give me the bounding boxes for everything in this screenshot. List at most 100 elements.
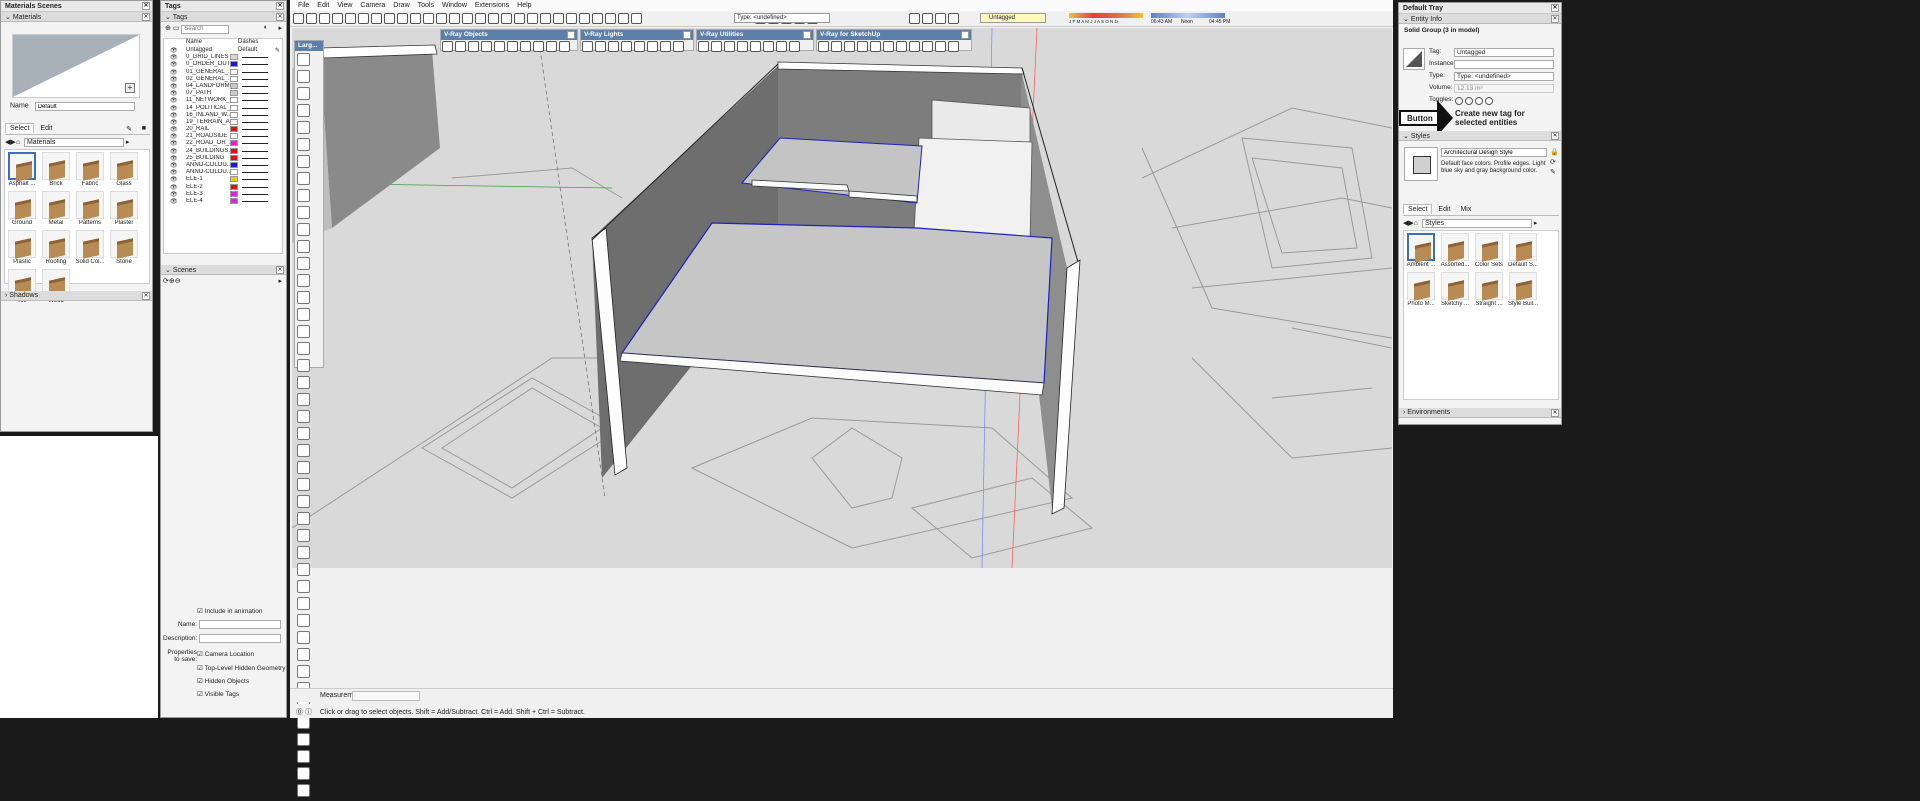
instance-input[interactable] xyxy=(1454,60,1554,69)
toolbar-tool-icon[interactable] xyxy=(488,13,499,24)
tag-dash-line[interactable] xyxy=(242,136,268,138)
viewport[interactable] xyxy=(292,28,1392,568)
checkbox-icon[interactable]: ☑ xyxy=(197,691,203,698)
scene-description-input[interactable] xyxy=(199,634,281,643)
tag-row[interactable]: 👁 ELE-2 xyxy=(164,183,282,191)
vray-object-icon[interactable] xyxy=(546,41,557,52)
toolbar-tool-icon[interactable] xyxy=(935,13,946,24)
shadow-date-slider[interactable] xyxy=(1069,13,1143,18)
tag-row[interactable]: 👁 16_INLAND_W... xyxy=(164,111,282,119)
large-tool-icon[interactable] xyxy=(297,342,310,355)
tag-row[interactable]: 👁 0_GRID_LINES xyxy=(164,54,282,61)
vray-object-icon[interactable] xyxy=(481,41,492,52)
tag-row[interactable]: 👁 25_BUILDING xyxy=(164,154,282,162)
tag-dash-line[interactable] xyxy=(242,114,268,116)
material-swatch[interactable]: Roofing xyxy=(41,230,71,265)
visibility-eye-icon[interactable]: 👁 xyxy=(170,169,178,176)
large-tool-icon[interactable] xyxy=(297,733,310,746)
tag-color[interactable] xyxy=(230,97,238,104)
large-tool-icon[interactable] xyxy=(297,631,310,644)
large-tool-icon[interactable] xyxy=(297,70,310,83)
menu-file[interactable]: File xyxy=(298,2,309,9)
close-icon[interactable]: ✕ xyxy=(1551,132,1559,140)
close-icon[interactable]: ✕ xyxy=(1551,4,1559,12)
large-tool-icon[interactable] xyxy=(297,87,310,100)
toolbar-tool-icon[interactable] xyxy=(293,13,304,24)
menu-tools[interactable]: Tools xyxy=(418,2,434,9)
visibility-eye-icon[interactable]: 👁 xyxy=(170,148,178,155)
large-tool-icon[interactable] xyxy=(297,359,310,372)
close-icon[interactable]: ✕ xyxy=(1551,409,1559,417)
large-tool-icon[interactable] xyxy=(297,478,310,491)
vray-utility-icon[interactable] xyxy=(750,41,761,52)
vray-sketchup-icon[interactable] xyxy=(922,41,933,52)
tag-dash-line[interactable] xyxy=(242,85,268,87)
cast-shadow-toggle-icon[interactable] xyxy=(1475,97,1483,105)
toolbar-tool-icon[interactable] xyxy=(922,13,933,24)
tag-dash-line[interactable] xyxy=(242,172,268,174)
tag-row[interactable]: 👁 01_GENERAL_... xyxy=(164,68,282,76)
large-tool-icon[interactable] xyxy=(297,53,310,66)
tag-color[interactable] xyxy=(230,61,238,68)
tags-section-header[interactable]: ⌄ Tags ✕ xyxy=(161,12,286,22)
add-tag-icon[interactable]: ⊕ xyxy=(165,25,171,32)
visibility-eye-icon[interactable]: 👁 xyxy=(170,97,178,104)
visibility-eye-icon[interactable]: 👁 xyxy=(170,191,178,198)
vray-object-icon[interactable] xyxy=(559,41,570,52)
close-icon[interactable]: ✕ xyxy=(276,2,284,10)
vray-light-icon[interactable] xyxy=(608,41,619,52)
vray-sketchup-icon[interactable] xyxy=(844,41,855,52)
tag-row[interactable]: 👁 04_LANDFORM xyxy=(164,82,282,90)
visibility-eye-icon[interactable]: 👁 xyxy=(170,76,178,83)
tag-dash-line[interactable] xyxy=(242,150,268,152)
material-swatch[interactable]: Ground xyxy=(7,191,37,226)
type-select[interactable]: Type: <undefined> xyxy=(734,13,830,23)
toolbar-tool-icon[interactable] xyxy=(618,13,629,24)
vray-object-icon[interactable] xyxy=(520,41,531,52)
close-icon[interactable]: ✕ xyxy=(1551,15,1559,23)
large-tool-icon[interactable] xyxy=(297,325,310,338)
visibility-eye-icon[interactable]: 👁 xyxy=(170,112,178,119)
tag-color[interactable] xyxy=(230,54,238,61)
tag-row[interactable]: 👁 19_TERRAIN_A... xyxy=(164,118,282,126)
large-tool-icon[interactable] xyxy=(297,138,310,151)
toolbar-tool-icon[interactable] xyxy=(332,13,343,24)
large-tool-icon[interactable] xyxy=(297,240,310,253)
tag-color[interactable] xyxy=(230,176,238,183)
style-swatch[interactable]: Default S... xyxy=(1508,233,1538,268)
tag-row-untagged[interactable]: 👁 Untagged Default ✎ xyxy=(164,47,282,54)
vray-object-icon[interactable] xyxy=(533,41,544,52)
details-icon[interactable]: ▸ xyxy=(278,24,282,32)
vray-light-icon[interactable] xyxy=(660,41,671,52)
material-swatch[interactable]: Plaster xyxy=(109,191,139,226)
close-icon[interactable]: ✕ xyxy=(276,13,284,21)
material-swatch[interactable]: Glass xyxy=(109,152,139,187)
tag-row[interactable]: 👁 ELE-3 xyxy=(164,190,282,198)
toolbar-tool-icon[interactable] xyxy=(462,13,473,24)
tag-dash-line[interactable] xyxy=(242,100,268,102)
style-name-input[interactable] xyxy=(1441,148,1547,157)
tag-row[interactable]: 👁 0_ORDER_OUT... xyxy=(164,61,282,68)
toolbar-tool-icon[interactable] xyxy=(475,13,486,24)
tag-color[interactable] xyxy=(230,169,238,176)
large-tool-icon[interactable] xyxy=(297,172,310,185)
large-tool-icon[interactable] xyxy=(297,223,310,236)
close-icon[interactable]: ✕ xyxy=(567,31,575,39)
toolbar-tool-icon[interactable] xyxy=(527,13,538,24)
large-tool-icon[interactable] xyxy=(297,274,310,287)
large-tool-icon[interactable] xyxy=(297,189,310,202)
tag-dash-line[interactable] xyxy=(242,121,268,123)
vray-light-icon[interactable] xyxy=(582,41,593,52)
style-swatch[interactable]: Style Buil... xyxy=(1508,272,1538,307)
style-swatch[interactable]: Straight ... xyxy=(1474,272,1504,307)
tag-row[interactable]: 👁 ANNO-COLOU... xyxy=(164,169,282,176)
large-tool-icon[interactable] xyxy=(297,648,310,661)
visibility-eye-icon[interactable]: 👁 xyxy=(170,176,178,183)
style-swatch[interactable]: Photo M... xyxy=(1406,272,1436,307)
large-tool-icon[interactable] xyxy=(297,257,310,270)
close-icon[interactable]: ✕ xyxy=(142,2,150,10)
paint-icon[interactable]: ✎ xyxy=(1550,169,1556,176)
visibility-eye-icon[interactable]: 👁 xyxy=(170,162,178,169)
visibility-eye-icon[interactable]: 👁 xyxy=(170,47,178,54)
toolbar-tool-icon[interactable] xyxy=(410,13,421,24)
